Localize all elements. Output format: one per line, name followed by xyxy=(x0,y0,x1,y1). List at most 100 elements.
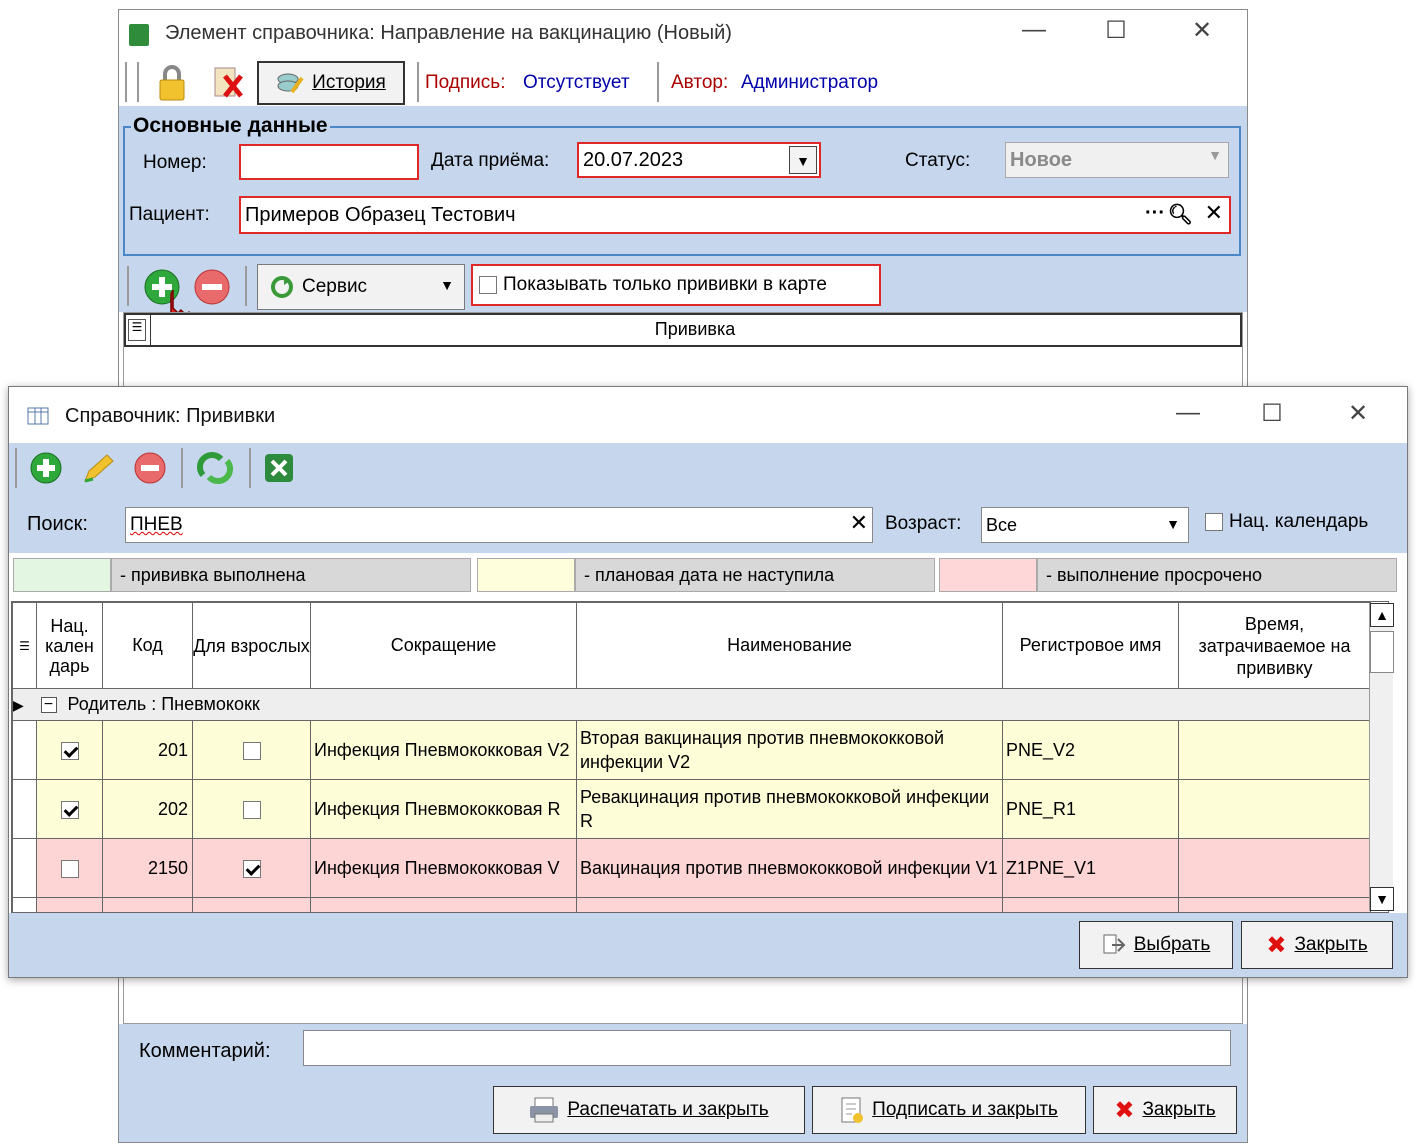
lock-icon[interactable] xyxy=(157,64,187,102)
nat-calendar-checkbox[interactable]: Нац. календарь xyxy=(1205,511,1368,533)
column-chooser-icon[interactable]: ☰ xyxy=(128,319,146,341)
vertical-scrollbar[interactable]: ▲ ▼ xyxy=(1369,603,1394,911)
printer-icon xyxy=(530,1097,559,1123)
print-and-close-button[interactable]: Распечатать и закрыть xyxy=(493,1086,805,1134)
history-icon xyxy=(277,73,304,94)
close-icon[interactable]: ✕ xyxy=(1177,16,1227,45)
time-cell xyxy=(1178,838,1371,898)
clear-search-icon[interactable]: ✕ xyxy=(850,510,868,536)
clear-icon[interactable]: ✕ xyxy=(1205,200,1223,226)
comment-panel: Комментарий: xyxy=(119,1024,1247,1080)
search-input[interactable]: ПНЕВ ✕ xyxy=(125,507,873,543)
sync-icon[interactable] xyxy=(197,451,233,485)
sign-and-close-label: Подписать и закрыть xyxy=(872,1099,1058,1120)
signature-label: Подпись: xyxy=(425,72,506,93)
refresh-icon xyxy=(271,276,293,298)
search-icon[interactable]: 🔍︎ xyxy=(1168,202,1193,227)
close-button[interactable]: ✖ Закрыть xyxy=(1093,1086,1237,1134)
comment-input[interactable] xyxy=(303,1030,1231,1066)
scroll-thumb[interactable] xyxy=(1370,631,1394,673)
bottom-buttons-panel: Распечатать и закрыть Подписать и закрыт… xyxy=(119,1080,1247,1142)
nat-checkbox[interactable] xyxy=(60,859,79,878)
table-icon xyxy=(27,407,49,425)
minimize-icon[interactable]: — xyxy=(1009,16,1059,44)
table-row[interactable] xyxy=(12,897,1371,912)
ellipsis-icon[interactable]: ··· xyxy=(1145,202,1165,225)
print-and-close-label: Распечатать и закрыть xyxy=(567,1099,769,1120)
service-dropdown[interactable]: Сервис ▼ xyxy=(257,264,465,310)
age-value: Все xyxy=(986,514,1018,535)
column-header-vaccination[interactable]: Прививка xyxy=(150,319,1240,340)
add-icon[interactable] xyxy=(29,451,63,485)
sign-and-close-button[interactable]: Подписать и закрыть xyxy=(812,1086,1086,1134)
age-select[interactable]: Все ▼ xyxy=(981,507,1189,543)
history-button[interactable]: История xyxy=(257,61,405,105)
column-header-nat[interactable]: Нац. кален дарь xyxy=(36,602,103,689)
close-label: Закрыть xyxy=(1294,934,1368,955)
reg-cell: PNE_R1 xyxy=(1002,779,1179,839)
patient-input[interactable]: Примеров Образец Тестович ··· 🔍︎ ✕ xyxy=(239,196,1231,234)
checkbox-box[interactable] xyxy=(479,276,497,294)
group-row[interactable]: ▶ − Родитель : Пневмококк xyxy=(12,688,1371,721)
scroll-down-icon[interactable]: ▼ xyxy=(1370,887,1394,911)
grid-header-row: ☰ Прививка xyxy=(124,313,1242,347)
directory-toolbar xyxy=(9,443,1407,493)
reg-cell: Z1PNE_V1 xyxy=(1002,838,1179,898)
column-header-adult[interactable]: Для взрослых xyxy=(192,602,311,689)
column-header-reg[interactable]: Регистровое имя xyxy=(1002,602,1179,689)
author-value[interactable]: Администратор xyxy=(741,72,878,94)
close-button[interactable]: ✖ Закрыть xyxy=(1241,921,1393,969)
show-only-in-card-checkbox[interactable]: Показывать только прививки в карте xyxy=(471,264,881,306)
main-toolbar: История Подпись: Отсутствует Автор: Адми… xyxy=(119,60,1247,106)
chevron-down-icon[interactable]: ▼ xyxy=(789,146,817,174)
directory-bottom-panel: Выбрать ✖ Закрыть xyxy=(9,913,1407,977)
short-cell: Инфекция Пневмококковая V2 xyxy=(310,720,577,780)
table-row[interactable]: 201 Инфекция Пневмококковая V2 Вторая ва… xyxy=(12,720,1371,780)
code-cell: 2150 xyxy=(102,838,193,898)
column-header-code[interactable]: Код xyxy=(102,602,193,689)
maximize-icon[interactable]: ☐ xyxy=(1247,399,1297,428)
adult-checkbox[interactable] xyxy=(242,800,261,819)
select-label: Выбрать xyxy=(1133,934,1211,955)
nat-checkbox[interactable] xyxy=(60,741,79,760)
select-icon xyxy=(1103,934,1126,954)
number-input[interactable] xyxy=(239,144,419,180)
close-icon[interactable]: ✕ xyxy=(1333,399,1383,428)
nat-checkbox[interactable] xyxy=(60,800,79,819)
legend-done-label: - прививка выполнена xyxy=(111,558,471,592)
reg-cell: PNE_V2 xyxy=(1002,720,1179,780)
table-row[interactable]: 202 Инфекция Пневмококковая R Ревакцинац… xyxy=(12,779,1371,839)
number-label: Номер: xyxy=(143,152,207,173)
date-value: 20.07.2023 xyxy=(583,148,684,171)
code-cell: 201 xyxy=(102,720,193,780)
checkbox-box[interactable] xyxy=(1205,513,1223,531)
adult-checkbox[interactable] xyxy=(242,859,261,878)
name-cell: Вакцинация против пневмококковой инфекци… xyxy=(576,838,1003,898)
maximize-icon[interactable]: ☐ xyxy=(1091,16,1141,45)
date-picker[interactable]: 20.07.2023 ▼ xyxy=(577,142,821,178)
remove-icon[interactable] xyxy=(133,451,167,485)
table-row[interactable]: 2150 Инфекция Пневмококковая V Вакцинаци… xyxy=(12,838,1371,898)
status-label: Статус: xyxy=(905,150,971,171)
signature-value[interactable]: Отсутствует xyxy=(523,72,630,94)
time-cell xyxy=(1178,720,1371,780)
name-cell: Ревакцинация против пневмококковой инфек… xyxy=(576,779,1003,839)
collapse-icon[interactable]: − xyxy=(40,697,57,714)
main-data-panel: Основные данные Номер: Дата приёма: 20.0… xyxy=(119,106,1247,262)
column-header-short[interactable]: Сокращение xyxy=(310,602,577,689)
legend-overdue-label: - выполнение просрочено xyxy=(1037,558,1397,592)
adult-checkbox[interactable] xyxy=(242,741,261,760)
unsign-icon[interactable] xyxy=(211,66,247,100)
column-chooser-icon[interactable]: ☰ xyxy=(12,602,37,689)
excel-export-icon[interactable] xyxy=(263,452,295,484)
minimize-icon[interactable]: — xyxy=(1163,399,1213,427)
edit-icon[interactable] xyxy=(81,451,117,485)
chevron-down-icon: ▼ xyxy=(440,277,454,293)
group-label: Родитель : Пневмококк xyxy=(67,694,260,714)
select-button[interactable]: Выбрать xyxy=(1079,921,1233,969)
column-header-name[interactable]: Наименование xyxy=(576,602,1003,689)
scroll-up-icon[interactable]: ▲ xyxy=(1370,603,1394,627)
window-title: Элемент справочника: Направление на вакц… xyxy=(165,22,732,44)
legend-bar: - прививка выполнена - плановая дата не … xyxy=(9,553,1407,597)
column-header-time[interactable]: Время, затрачиваемое на прививку xyxy=(1178,602,1371,689)
